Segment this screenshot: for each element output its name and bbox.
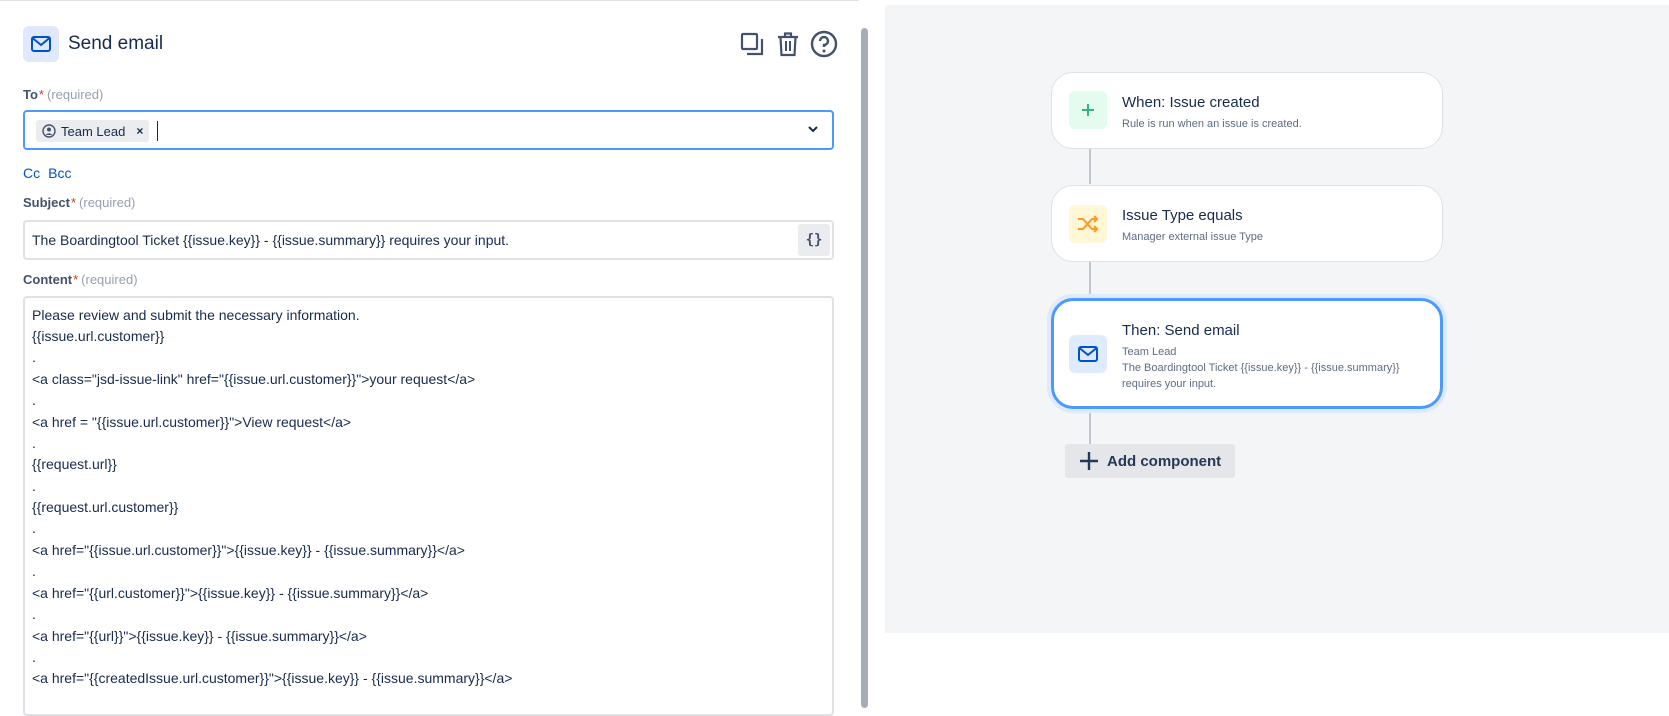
action-node-send-email[interactable]: Then: Send email Team Lead The Boardingt… (1051, 298, 1443, 409)
content-line: . (32, 606, 36, 622)
content-line: Please review and submit the necessary i… (32, 307, 360, 323)
required-star: * (38, 87, 44, 102)
required-hint: (required) (79, 195, 136, 210)
to-recipients-select[interactable]: Team Lead × (23, 110, 834, 150)
node-connector (1089, 409, 1091, 446)
send-email-editor: Send email To* (required) Team Lead × Cc… (0, 0, 870, 716)
plus-icon (1069, 91, 1107, 129)
to-label: To* (required) (23, 87, 103, 102)
to-label-text: To (23, 87, 38, 102)
subject-value: The Boardingtool Ticket {{issue.key}} - … (32, 232, 510, 248)
content-line: {{issue.url.customer}} (32, 328, 165, 344)
node-description: Team Lead (1122, 346, 1177, 358)
recipient-chip-label: Team Lead (61, 123, 126, 139)
content-label: Content* (required) (23, 272, 138, 287)
condition-node-issue-type[interactable]: Issue Type equals Manager external issue… (1051, 185, 1443, 262)
content-line: . (32, 563, 36, 579)
editor-actions (736, 28, 840, 60)
mail-icon (23, 26, 59, 62)
node-description: Rule is run when an issue is created. (1122, 118, 1302, 130)
content-line: <a href="{{url}}">{{issue.key}} - {{issu… (32, 628, 367, 644)
add-component-label: Add component (1107, 452, 1222, 470)
content-line: . (32, 435, 36, 451)
editor-title: Send email (68, 33, 164, 54)
node-title: When: Issue created (1122, 94, 1260, 111)
add-component-button[interactable]: Add component (1065, 444, 1235, 478)
node-description: Manager external issue Type (1122, 231, 1264, 243)
node-title: Issue Type equals (1122, 207, 1243, 224)
content-line: <a class="jsd-issue-link" href="{{issue.… (32, 371, 476, 387)
text-cursor (157, 121, 158, 141)
required-star: * (70, 195, 77, 210)
content-line: . (32, 520, 36, 536)
cc-link[interactable]: Cc (23, 165, 40, 181)
content-line: <a href = "{{issue.url.customer}}">View … (32, 414, 352, 430)
content-line: . (32, 349, 36, 365)
plus-icon (1080, 452, 1098, 470)
copy-icon[interactable] (736, 28, 768, 60)
required-hint: (required) (81, 272, 138, 287)
content-line: <a href="{{createdIssue.url.customer}}">… (32, 670, 513, 686)
subject-label-text: Subject (23, 195, 70, 210)
content-line: <a href="{{url.customer}}">{{issue.key}}… (32, 585, 429, 601)
content-line: {{request.url.customer}} (32, 499, 179, 515)
mail-icon (1069, 335, 1107, 373)
editor-header: Send email (23, 26, 870, 62)
trash-icon[interactable] (772, 28, 804, 60)
recipient-chip: Team Lead × (36, 120, 150, 142)
content-line: . (32, 392, 36, 408)
required-hint: (required) (46, 87, 104, 102)
user-icon (42, 124, 56, 138)
editor-scrollbar-thumb[interactable] (861, 28, 868, 708)
bcc-link[interactable]: Bcc (48, 165, 71, 181)
trigger-node-issue-created[interactable]: When: Issue created Rule is run when an … (1051, 72, 1443, 149)
content-line: . (32, 478, 36, 494)
remove-recipient-button[interactable]: × (136, 124, 143, 138)
shuffle-icon (1069, 205, 1107, 243)
subject-label: Subject* (required) (23, 195, 135, 210)
smart-values-button[interactable]: {} (798, 224, 830, 256)
content-textarea[interactable]: Please review and submit the necessary i… (23, 296, 834, 716)
node-title: Then: Send email (1122, 322, 1240, 339)
content-line: <a href="{{issue.url.customer}}">{{issue… (32, 542, 465, 558)
required-star: * (73, 272, 79, 287)
content-line: {{request.url}} (32, 456, 117, 472)
cc-bcc-links: Cc Bcc (23, 165, 79, 181)
node-connector (1089, 148, 1091, 184)
content-line: . (32, 649, 36, 665)
help-icon[interactable] (808, 28, 840, 60)
content-label-text: Content (23, 272, 73, 287)
subject-input[interactable]: The Boardingtool Ticket {{issue.key}} - … (23, 220, 834, 260)
node-connector (1089, 261, 1091, 297)
node-description: The Boardingtool Ticket {{issue.key}} - … (1122, 362, 1400, 374)
chevron-down-icon[interactable] (806, 122, 820, 136)
node-description: requires your input. (1122, 378, 1217, 390)
